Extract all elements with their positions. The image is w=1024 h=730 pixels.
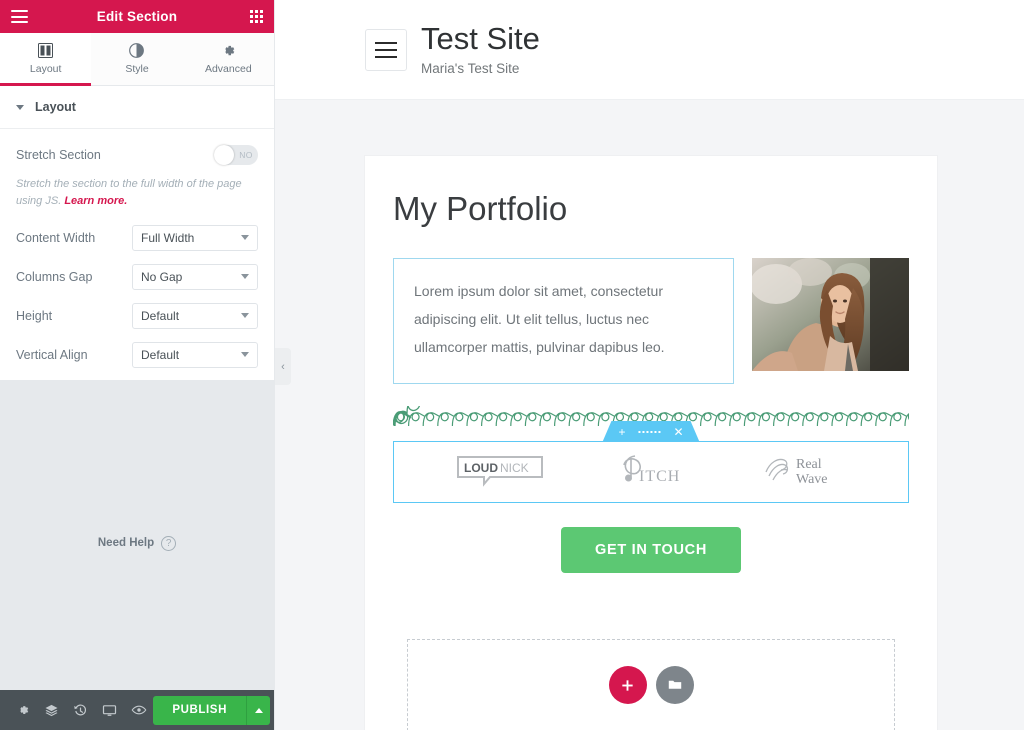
plus-icon[interactable]: + (618, 426, 625, 438)
panel-empty-area: Need Help ? (0, 379, 274, 691)
tab-advanced-label: Advanced (204, 63, 252, 75)
site-tagline: Maria's Test Site (421, 60, 520, 76)
clients-logos-section[interactable]: + ✕ LOUD NICK ITCH Real Wave (393, 441, 909, 503)
editor-panel: Edit Section Layout Style Advanced Layou… (0, 0, 275, 730)
elementor-editor: Edit Section Layout Style Advanced Layou… (0, 0, 1024, 730)
columns-gap-select[interactable]: No Gap (132, 263, 258, 290)
chevron-down-icon (241, 313, 249, 318)
layout-controls: Stretch Section NO Stretch the section t… (0, 129, 274, 380)
intro-row: Lorem ipsum dolor sit amet, consectetur … (393, 258, 909, 384)
gear-icon (221, 43, 236, 58)
svg-text:Wave: Wave (796, 472, 828, 487)
columns-gap-row: Columns Gap No Gap (16, 257, 258, 296)
content-width-select[interactable]: Full Width (132, 224, 258, 251)
portrait-image[interactable] (752, 258, 909, 371)
content-width-value: Full Width (141, 230, 195, 245)
panel-body: Layout Stretch Section NO Stretch the se… (0, 86, 274, 380)
tab-layout[interactable]: Layout (0, 33, 92, 86)
vertical-align-row: Vertical Align Default (16, 335, 258, 374)
plus-icon (622, 679, 633, 691)
publish-options-button[interactable] (246, 695, 270, 725)
question-mark-icon: ? (161, 535, 177, 551)
layers-icon[interactable] (37, 690, 66, 730)
height-select[interactable]: Default (132, 302, 258, 329)
site-identity: Test Site Maria's Test Site (421, 23, 540, 76)
add-new-section-button[interactable] (608, 666, 647, 704)
svg-text:NICK: NICK (500, 461, 529, 475)
logos-row: LOUD NICK ITCH Real Wave (393, 441, 909, 503)
stretch-section-toggle[interactable]: NO (214, 144, 258, 165)
hint-text: Stretch the section to the full width of… (16, 178, 242, 207)
publish-button[interactable]: PUBLISH (153, 695, 246, 725)
get-in-touch-button[interactable]: GET IN TOUCH (560, 527, 742, 573)
tab-style-label: Style (125, 63, 149, 75)
contrast-circle-icon (129, 43, 145, 58)
folder-icon (668, 680, 681, 689)
layout-section-header[interactable]: Layout (0, 86, 274, 129)
stretch-section-hint: Stretch the section to the full width of… (16, 176, 258, 209)
panel-title: Edit Section (96, 9, 178, 24)
panel-tabs: Layout Style Advanced (0, 33, 274, 86)
columns-gap-label: Columns Gap (16, 269, 93, 284)
content-width-label: Content Width (16, 230, 96, 245)
preview-canvas: Test Site Maria's Test Site My Portfolio… (275, 0, 1024, 730)
template-library-button[interactable] (655, 666, 694, 704)
stretch-section-row: Stretch Section NO (16, 135, 258, 174)
drag-handle-icon[interactable] (638, 431, 660, 433)
responsive-mode-icon[interactable] (95, 690, 124, 730)
pitch-logo[interactable]: ITCH (615, 450, 693, 495)
layout-section-title: Layout (35, 100, 76, 114)
section-edit-toolbar: + ✕ (602, 421, 699, 442)
loudnick-bold: LOUD (464, 461, 498, 475)
add-section-dropzone[interactable] (407, 639, 895, 730)
chevron-down-icon (241, 235, 249, 240)
loudnick-logo[interactable]: LOUD NICK (454, 453, 546, 492)
hamburger-menu-icon[interactable] (365, 28, 407, 71)
close-x-icon[interactable]: ✕ (673, 426, 683, 438)
panel-footer: PUBLISH (0, 690, 274, 730)
page-content-card: My Portfolio Lorem ipsum dolor sit amet,… (365, 156, 937, 730)
panel-collapse-toggle[interactable]: ‹ (275, 348, 291, 385)
stretch-section-label: Stretch Section (16, 147, 101, 162)
vertical-align-select[interactable]: Default (132, 341, 258, 368)
realwave-logo[interactable]: Real Wave (762, 450, 848, 495)
toggle-knob (214, 144, 234, 165)
preview-eye-icon[interactable] (124, 690, 153, 730)
svg-text:ITCH: ITCH (639, 468, 680, 485)
toggle-value: NO (239, 149, 253, 160)
intro-paragraph: Lorem ipsum dolor sit amet, consectetur … (414, 283, 665, 355)
tab-advanced[interactable]: Advanced (182, 33, 274, 85)
intro-text-widget[interactable]: Lorem ipsum dolor sit amet, consectetur … (393, 258, 734, 384)
height-row: Height Default (16, 296, 258, 335)
columns-gap-value: No Gap (141, 269, 183, 284)
height-label: Height (16, 308, 53, 323)
columns-layout-icon (38, 43, 54, 58)
need-help-button[interactable]: Need Help ? (97, 397, 177, 691)
site-title: Test Site (421, 21, 540, 57)
hamburger-menu-icon[interactable] (11, 10, 28, 23)
vertical-align-label: Vertical Align (16, 347, 88, 362)
publish-group: PUBLISH (153, 695, 270, 725)
tab-layout-label: Layout (29, 63, 62, 75)
chevron-up-icon (254, 707, 263, 713)
site-header: Test Site Maria's Test Site (275, 0, 1024, 100)
learn-more-link[interactable]: Learn more. (64, 195, 127, 207)
gear-icon[interactable] (8, 690, 37, 730)
chevron-down-icon (241, 274, 249, 279)
content-width-row: Content Width Full Width (16, 218, 258, 257)
vertical-align-value: Default (141, 347, 180, 362)
need-help-label: Need Help (97, 537, 155, 550)
panel-header: Edit Section (0, 0, 274, 33)
chevron-down-icon (16, 104, 24, 110)
history-icon[interactable] (66, 690, 95, 730)
apps-grid-icon[interactable] (250, 10, 263, 23)
cta-wrap: GET IN TOUCH (393, 527, 909, 573)
svg-text:Real: Real (796, 457, 822, 472)
chevron-down-icon (241, 352, 249, 357)
height-value: Default (141, 308, 180, 323)
tab-style[interactable]: Style (91, 33, 183, 85)
page-title: My Portfolio (393, 190, 568, 227)
